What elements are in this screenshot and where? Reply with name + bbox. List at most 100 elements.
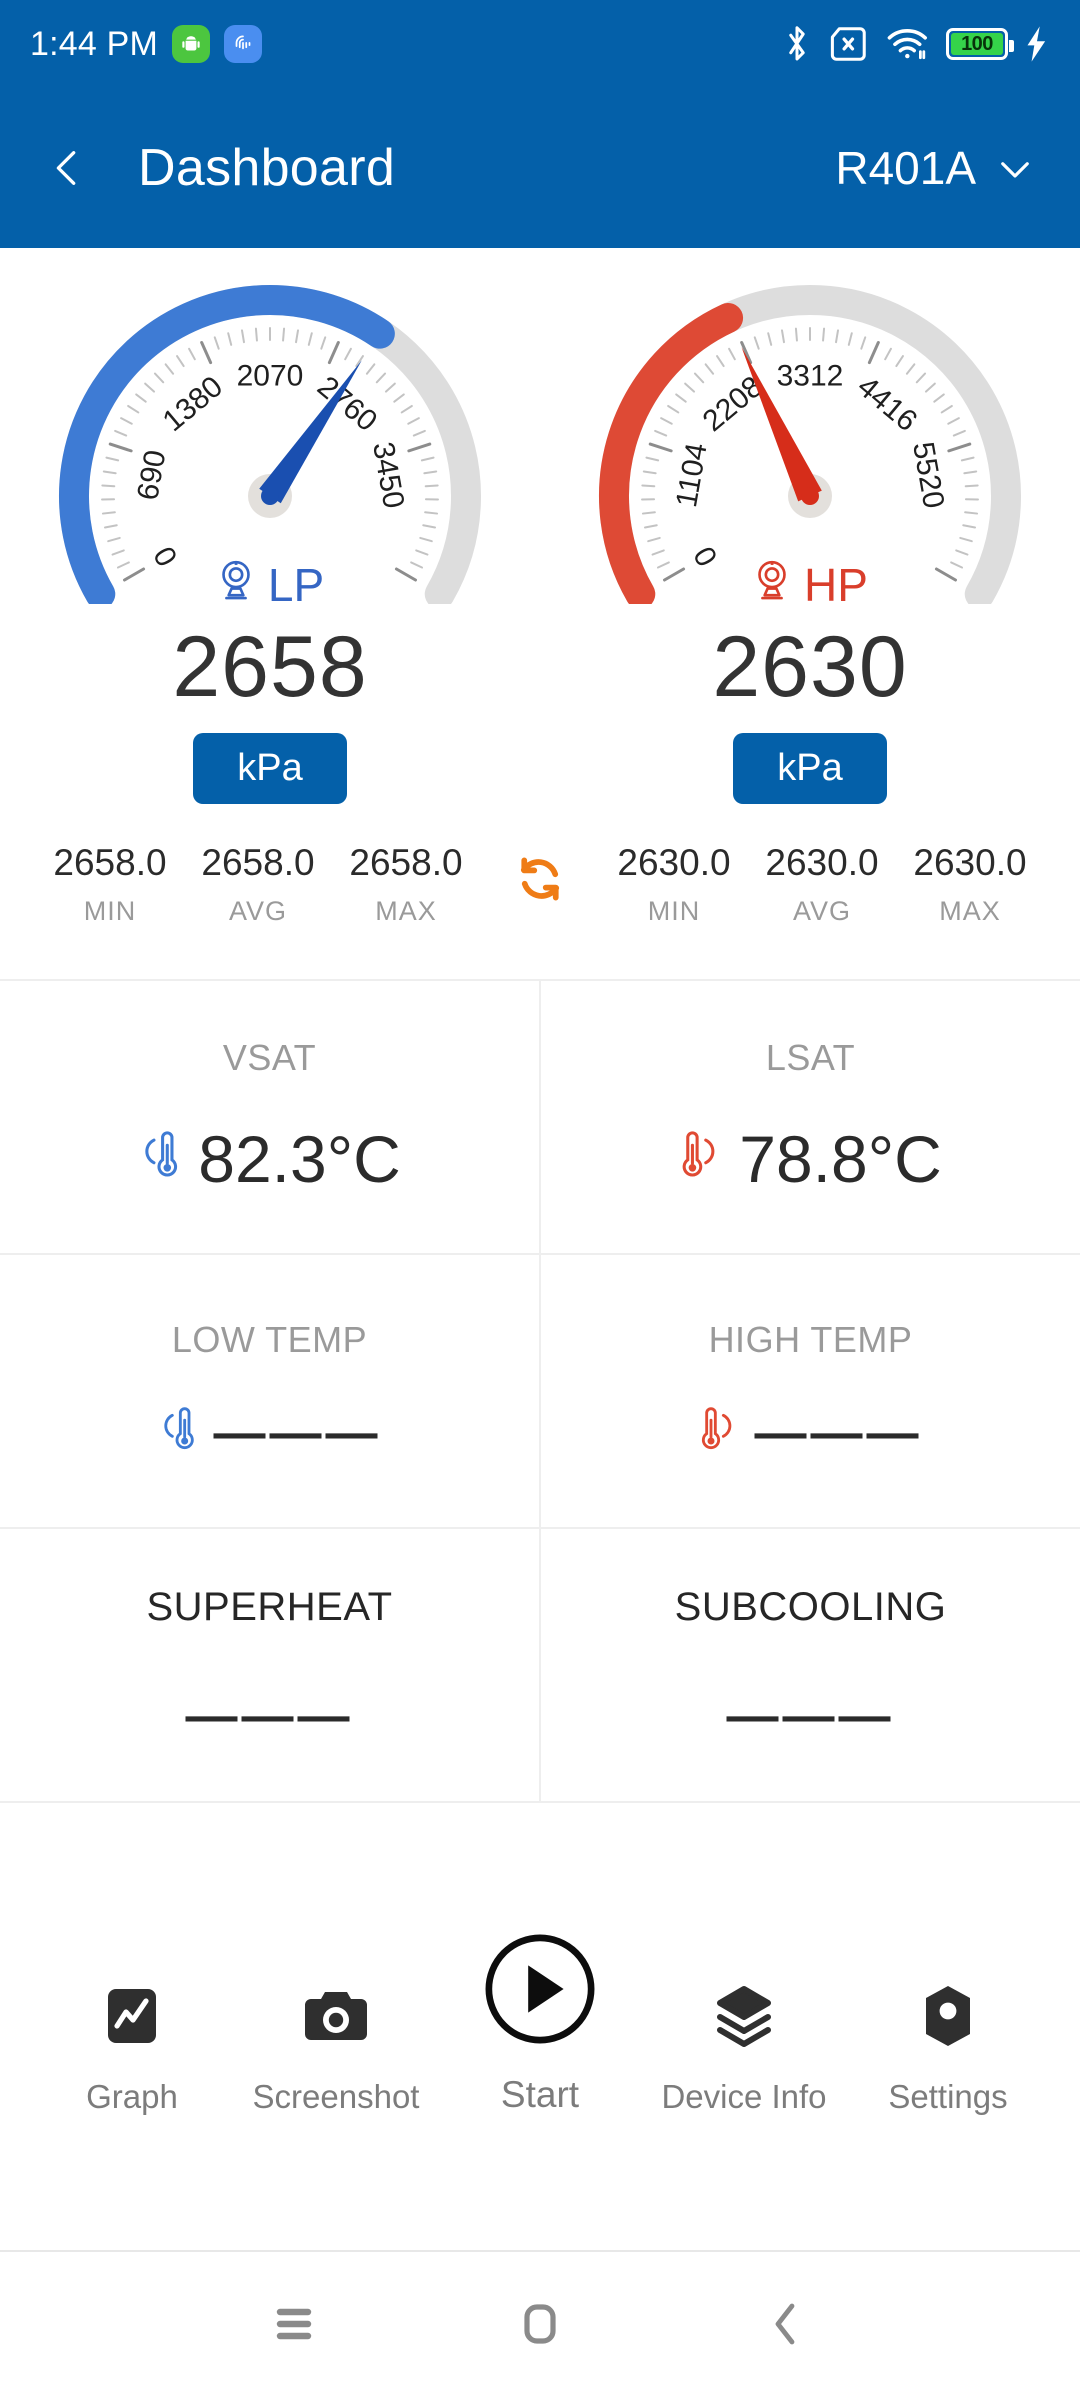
svg-text:690: 690 xyxy=(131,448,172,503)
play-circle-icon xyxy=(481,1930,599,2048)
recents-button[interactable] xyxy=(171,2304,417,2349)
gauge-hp-unit-button[interactable]: kPa xyxy=(733,733,887,804)
gauge-lp-unit-button[interactable]: kPa xyxy=(193,733,347,804)
metric-value: ——— xyxy=(754,1404,923,1462)
gauge-hp-label: HP xyxy=(804,558,868,611)
toolbar-screenshot[interactable]: Screenshot xyxy=(234,1980,438,2116)
svg-text:3450: 3450 xyxy=(366,439,410,510)
battery-level: 100 xyxy=(961,32,993,55)
fingerprint-icon xyxy=(224,25,263,63)
gauge-hp: 0 1104 2208 3312 4416 5520 HP 2630 kPa xyxy=(540,274,1080,804)
stat-key: MIN xyxy=(647,896,701,926)
metric-superheat[interactable]: SUPERHEAT ——— xyxy=(0,1529,541,1801)
stat-value: 2658.0 xyxy=(201,842,315,883)
toolbar-settings[interactable]: Settings xyxy=(846,1980,1050,2116)
gauge-hp-dial: 0 1104 2208 3312 4416 5520 HP xyxy=(590,274,1030,611)
toolbar-label: Device Info xyxy=(661,2078,827,2115)
metric-value: ——— xyxy=(213,1404,382,1462)
stat-key: MAX xyxy=(939,896,1001,926)
pressure-gauge-icon xyxy=(752,557,792,612)
metric-label: SUPERHEAT xyxy=(146,1584,393,1629)
toolbar-start[interactable]: Start xyxy=(438,1930,642,2116)
status-bar-right: 100 xyxy=(782,24,1050,64)
stats-row: 2658.0 MIN 2658.0 AVG 2658.0 MAX 2630.0 … xyxy=(0,842,1080,927)
metric-value: ——— xyxy=(726,1686,895,1745)
metric-label: HIGH TEMP xyxy=(708,1319,913,1360)
reset-stats-button[interactable] xyxy=(480,842,600,915)
thermometer-hot-icon xyxy=(699,1406,737,1461)
stat-lp-max: 2658.0 MAX xyxy=(332,842,480,927)
app-bar: Dashboard R401A xyxy=(0,88,1080,248)
svg-text:5520: 5520 xyxy=(906,439,950,510)
svg-text:4416: 4416 xyxy=(851,370,923,438)
gauge-lp-value: 2658 xyxy=(172,619,368,715)
metric-high-temp[interactable]: HIGH TEMP ——— xyxy=(541,1255,1080,1527)
back-button[interactable] xyxy=(663,2300,909,2353)
metric-row-temp: LOW TEMP ——— HIGH TEMP ——— xyxy=(0,1253,1080,1527)
stat-hp-max: 2630.0 MAX xyxy=(896,842,1044,927)
home-button[interactable] xyxy=(417,2301,663,2352)
pressure-gauge-icon xyxy=(216,557,256,612)
metric-lsat[interactable]: LSAT 78.8°C xyxy=(541,981,1080,1253)
metric-row-sat: VSAT 82.3°C LSAT 78.8°C xyxy=(0,979,1080,1253)
toolbar-device-info[interactable]: Device Info xyxy=(642,1980,846,2116)
toolbar-label: Start xyxy=(500,2074,580,2115)
hexagon-gear-icon xyxy=(920,1980,976,2052)
stat-key: AVG xyxy=(228,896,287,926)
stat-value: 2658.0 xyxy=(53,842,167,883)
chart-line-icon xyxy=(104,1980,160,2052)
stat-value: 2630.0 xyxy=(617,842,731,883)
stat-key: AVG xyxy=(792,896,851,926)
gauge-lp-label: LP xyxy=(267,558,325,611)
gauge-hp-legend: HP xyxy=(590,557,1030,612)
no-sim-icon xyxy=(828,26,870,62)
refrigerant-selector[interactable]: R401A xyxy=(835,141,1036,195)
toolbar-label: Settings xyxy=(888,2078,1008,2115)
android-robot-icon xyxy=(172,25,211,63)
metric-value: 78.8°C xyxy=(739,1122,942,1196)
bluetooth-icon xyxy=(782,24,812,64)
metric-label: LOW TEMP xyxy=(171,1319,368,1360)
refrigerant-label: R401A xyxy=(835,142,976,194)
gauge-panel: 0 690 1380 2070 2760 3450 LP 2658 kPa 0 1104 2 xyxy=(0,248,1080,804)
status-time: 1:44 PM xyxy=(30,24,159,63)
charging-bolt-icon xyxy=(1024,25,1050,63)
svg-text:1104: 1104 xyxy=(670,441,714,510)
metric-row-heat: SUPERHEAT ——— SUBCOOLING ——— xyxy=(0,1527,1080,1801)
metric-label: SUBCOOLING xyxy=(674,1584,947,1629)
stats-group-lp: 2658.0 MIN 2658.0 AVG 2658.0 MAX xyxy=(36,842,480,927)
stat-hp-min: 2630.0 MIN xyxy=(600,842,748,927)
stat-lp-min: 2658.0 MIN xyxy=(36,842,184,927)
status-bar-left: 1:44 PM xyxy=(30,24,263,64)
metric-label: LSAT xyxy=(765,1037,856,1078)
stat-value: 2630.0 xyxy=(913,842,1027,883)
bottom-toolbar: Graph Screenshot Start Device Info Setti… xyxy=(0,1930,1080,2116)
gauge-hp-value: 2630 xyxy=(712,619,908,715)
metric-value: 82.3°C xyxy=(198,1122,401,1196)
thermometer-hot-icon xyxy=(679,1130,721,1189)
layers-icon xyxy=(712,1980,776,2052)
android-nav-bar xyxy=(0,2250,1080,2400)
stat-lp-avg: 2658.0 AVG xyxy=(184,842,332,927)
toolbar-graph[interactable]: Graph xyxy=(30,1980,234,2116)
status-bar: 1:44 PM 100 xyxy=(0,0,1080,88)
metric-grid-bottom-border xyxy=(0,1801,1080,1803)
battery-icon: 100 xyxy=(946,28,1014,60)
metric-subcooling[interactable]: SUBCOOLING ——— xyxy=(541,1529,1080,1801)
chevron-down-icon xyxy=(994,147,1036,189)
stat-value: 2658.0 xyxy=(349,842,463,883)
toolbar-label: Graph xyxy=(86,2078,178,2115)
thermometer-cold-icon xyxy=(138,1130,180,1189)
stat-key: MIN xyxy=(83,896,137,926)
gauge-lp-legend: LP xyxy=(50,557,490,612)
wifi-icon xyxy=(886,26,930,62)
metric-label: VSAT xyxy=(222,1037,317,1078)
thermometer-cold-icon xyxy=(158,1406,196,1461)
back-button[interactable] xyxy=(44,145,90,191)
metric-value: ——— xyxy=(185,1686,354,1745)
metric-vsat[interactable]: VSAT 82.3°C xyxy=(0,981,541,1253)
metric-low-temp[interactable]: LOW TEMP ——— xyxy=(0,1255,541,1527)
stat-hp-avg: 2630.0 AVG xyxy=(748,842,896,927)
chevron-left-icon xyxy=(766,2300,806,2353)
refresh-icon xyxy=(509,848,571,915)
